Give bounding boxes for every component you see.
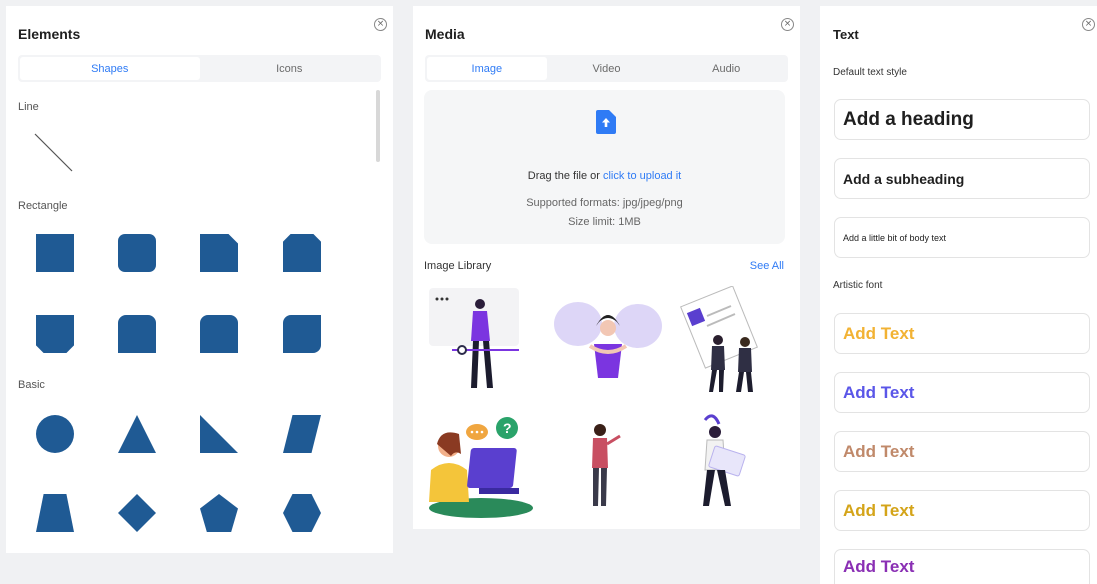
- section-label-line: Line: [18, 101, 39, 113]
- round-top-rectangle-shape[interactable]: [118, 315, 156, 353]
- panel-title: Text: [833, 27, 859, 42]
- upload-text: Drag the file or: [527, 170, 603, 182]
- artistic-text-tan-button[interactable]: Add Text: [834, 431, 1090, 472]
- section-label-basic: Basic: [18, 379, 45, 391]
- see-all-link[interactable]: See All: [750, 260, 784, 272]
- tab-video[interactable]: Video: [547, 57, 667, 80]
- media-panel: Media × Image Video Audio Drag the file …: [413, 6, 800, 529]
- snipped-bottom-corners-rectangle-shape[interactable]: [36, 315, 74, 353]
- library-image-thumbnail[interactable]: [550, 410, 665, 520]
- elements-panel: Elements × Shapes Icons Line Rectangle B…: [6, 6, 393, 553]
- right-triangle-shape[interactable]: [200, 415, 238, 453]
- hexagon-shape[interactable]: [283, 494, 321, 532]
- image-library-label: Image Library: [424, 260, 492, 272]
- size-limit: Size limit: 1MB: [568, 216, 641, 228]
- close-icon[interactable]: ×: [374, 18, 387, 31]
- snipped-corner-rectangle-shape[interactable]: [200, 234, 238, 272]
- circle-shape[interactable]: [36, 415, 74, 453]
- snipped-top-corners-rectangle-shape[interactable]: [283, 234, 321, 272]
- panel-title: Media: [425, 26, 465, 42]
- pentagon-shape[interactable]: [200, 494, 238, 532]
- trapezoid-shape[interactable]: [36, 494, 74, 532]
- svg-text:?: ?: [503, 420, 512, 436]
- media-tabs: Image Video Audio: [425, 55, 788, 82]
- triangle-shape[interactable]: [118, 415, 156, 453]
- close-icon[interactable]: ×: [781, 18, 794, 31]
- line-shape[interactable]: [32, 131, 76, 175]
- section-label-rectangle: Rectangle: [18, 200, 68, 212]
- library-image-thumbnail[interactable]: [550, 286, 665, 396]
- elements-tabs: Shapes Icons: [18, 55, 381, 82]
- supported-formats: Supported formats: jpg/jpeg/png: [526, 197, 683, 209]
- rectangle-shape[interactable]: [36, 234, 74, 272]
- tab-audio[interactable]: Audio: [666, 57, 786, 80]
- add-heading-button[interactable]: Add a heading: [834, 99, 1090, 140]
- library-image-thumbnail[interactable]: ?: [419, 410, 534, 520]
- upload-instructions: Drag the file or click to upload it: [424, 170, 785, 182]
- artistic-text-purple-button[interactable]: Add Text: [834, 549, 1090, 584]
- library-image-thumbnail[interactable]: [673, 286, 788, 396]
- artistic-text-yellow-button[interactable]: Add Text: [834, 490, 1090, 531]
- add-body-text-button[interactable]: Add a little bit of body text: [834, 217, 1090, 258]
- library-image-thumbnail[interactable]: [673, 410, 788, 520]
- close-icon[interactable]: ×: [1082, 18, 1095, 31]
- upload-dropzone[interactable]: Drag the file or click to upload it Supp…: [424, 90, 785, 244]
- artistic-text-blue-button[interactable]: Add Text: [834, 372, 1090, 413]
- upload-link[interactable]: click to upload it: [603, 170, 681, 182]
- tab-image[interactable]: Image: [427, 57, 547, 80]
- panel-title: Elements: [18, 26, 81, 42]
- diamond-shape[interactable]: [118, 494, 156, 532]
- tab-icons[interactable]: Icons: [200, 57, 380, 80]
- artistic-text-gold-button[interactable]: Add Text: [834, 313, 1090, 354]
- upload-file-icon: [596, 110, 616, 134]
- artistic-font-label: Artistic font: [833, 280, 883, 291]
- text-panel: Text × Default text style Add a heading …: [820, 6, 1097, 584]
- parallelogram-shape[interactable]: [283, 415, 321, 453]
- scrollbar[interactable]: [376, 90, 380, 162]
- rounded-rectangle-shape[interactable]: [118, 234, 156, 272]
- add-subheading-button[interactable]: Add a subheading: [834, 158, 1090, 199]
- round-corners-rectangle-shape[interactable]: [200, 315, 238, 353]
- tab-shapes[interactable]: Shapes: [20, 57, 200, 80]
- library-image-thumbnail[interactable]: [427, 286, 542, 396]
- default-text-style-label: Default text style: [833, 67, 907, 78]
- round-diagonal-rectangle-shape[interactable]: [283, 315, 321, 353]
